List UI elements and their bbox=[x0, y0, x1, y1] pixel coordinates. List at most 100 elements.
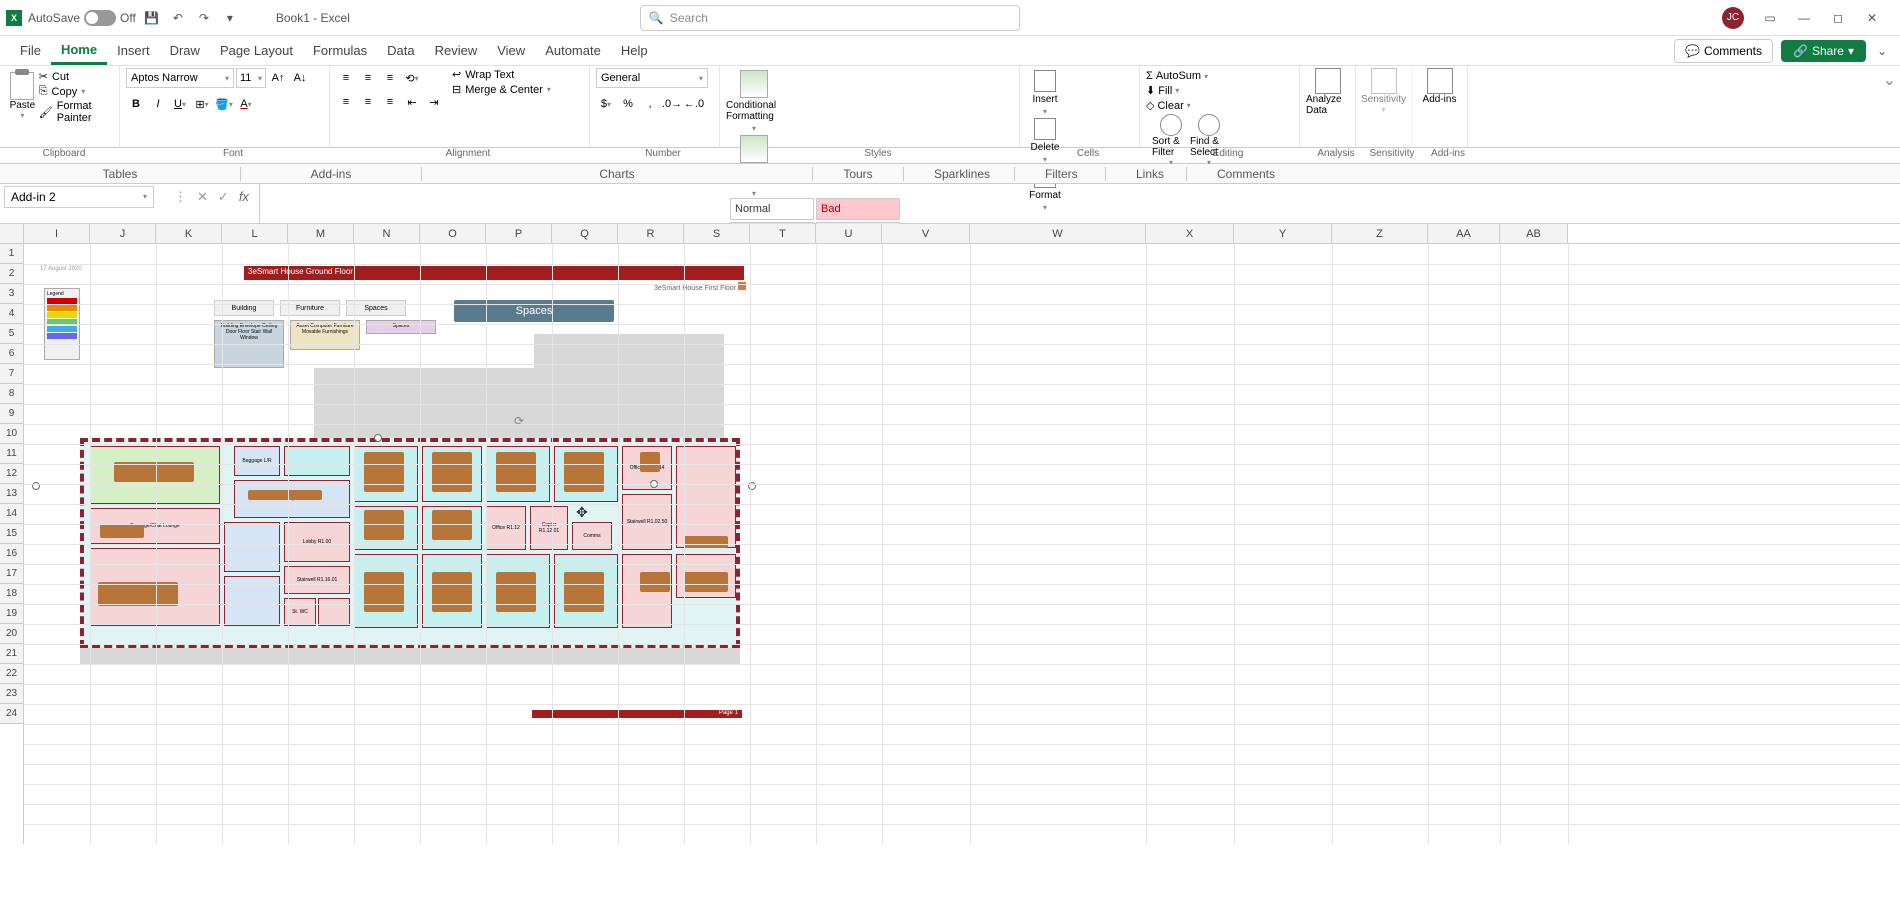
col-header-Z[interactable]: Z bbox=[1332, 224, 1428, 243]
row-header-23[interactable]: 23 bbox=[0, 684, 23, 704]
align-center-button[interactable]: ≡ bbox=[358, 92, 378, 112]
fx-icon[interactable]: fx bbox=[239, 189, 249, 205]
undo-icon[interactable]: ↶ bbox=[168, 8, 188, 28]
tab-help[interactable]: Help bbox=[611, 38, 658, 63]
context-sparklines[interactable]: Sparklines bbox=[904, 167, 1014, 181]
align-bottom-button[interactable]: ≡ bbox=[380, 68, 400, 88]
row-header-19[interactable]: 19 bbox=[0, 604, 23, 624]
context-tours[interactable]: Tours bbox=[813, 167, 903, 181]
borders-button[interactable]: ⊞▾ bbox=[192, 94, 212, 114]
row-header-10[interactable]: 10 bbox=[0, 424, 23, 444]
maximize-icon[interactable]: ◻ bbox=[1830, 10, 1846, 26]
font-color-button[interactable]: A▾ bbox=[236, 94, 256, 114]
col-header-I[interactable]: I bbox=[24, 224, 90, 243]
align-right-button[interactable]: ≡ bbox=[380, 92, 400, 112]
currency-button[interactable]: $▾ bbox=[596, 94, 616, 114]
align-top-button[interactable]: ≡ bbox=[336, 68, 356, 88]
font-size-select[interactable]: 11▾ bbox=[236, 68, 266, 88]
select-all-corner[interactable] bbox=[0, 224, 24, 243]
worksheet-grid[interactable]: 17 August 2020 3eSmart House Ground Floo… bbox=[24, 244, 1900, 844]
col-header-Q[interactable]: Q bbox=[552, 224, 618, 243]
fp-tab-building[interactable]: Building bbox=[214, 300, 274, 316]
row-header-24[interactable]: 24 bbox=[0, 704, 23, 724]
col-header-K[interactable]: K bbox=[156, 224, 222, 243]
row-header-1[interactable]: 1 bbox=[0, 244, 23, 264]
tab-page-layout[interactable]: Page Layout bbox=[210, 38, 303, 63]
wrap-text-button[interactable]: ↩Wrap Text bbox=[452, 68, 551, 81]
paste-button[interactable]: Paste ▾ bbox=[6, 68, 39, 124]
col-header-M[interactable]: M bbox=[288, 224, 354, 243]
row-header-9[interactable]: 9 bbox=[0, 404, 23, 424]
tab-formulas[interactable]: Formulas bbox=[303, 38, 377, 63]
row-header-3[interactable]: 3 bbox=[0, 284, 23, 304]
col-header-N[interactable]: N bbox=[354, 224, 420, 243]
underline-button[interactable]: U▾ bbox=[170, 94, 190, 114]
fill-button[interactable]: ⬇Fill ▾ bbox=[1146, 84, 1293, 97]
fp-tab-spaces[interactable]: Spaces bbox=[346, 300, 406, 316]
row-header-8[interactable]: 8 bbox=[0, 384, 23, 404]
col-header-O[interactable]: O bbox=[420, 224, 486, 243]
autosave-toggle[interactable]: AutoSave Off bbox=[28, 10, 136, 26]
row-header-2[interactable]: 2 bbox=[0, 264, 23, 284]
row-header-4[interactable]: 4 bbox=[0, 304, 23, 324]
col-header-W[interactable]: W bbox=[970, 224, 1146, 243]
sort-filter-button[interactable]: Sort & Filter▾ bbox=[1152, 112, 1190, 167]
col-header-AA[interactable]: AA bbox=[1428, 224, 1500, 243]
col-header-Y[interactable]: Y bbox=[1234, 224, 1332, 243]
col-header-X[interactable]: X bbox=[1146, 224, 1234, 243]
format-painter-button[interactable]: 🖌Format Painter bbox=[39, 100, 113, 124]
row-header-16[interactable]: 16 bbox=[0, 544, 23, 564]
rotate-handle-icon[interactable]: ⟳ bbox=[514, 414, 528, 428]
increase-decimal-button[interactable]: .0→ bbox=[662, 94, 682, 114]
col-header-R[interactable]: R bbox=[618, 224, 684, 243]
decrease-decimal-button[interactable]: ←.0 bbox=[684, 94, 704, 114]
col-header-AB[interactable]: AB bbox=[1500, 224, 1568, 243]
addins-button[interactable]: Add-ins bbox=[1412, 66, 1468, 147]
col-header-U[interactable]: U bbox=[816, 224, 882, 243]
row-header-12[interactable]: 12 bbox=[0, 464, 23, 484]
context-links[interactable]: Links bbox=[1106, 167, 1186, 181]
row-header-5[interactable]: 5 bbox=[0, 324, 23, 344]
row-header-21[interactable]: 21 bbox=[0, 644, 23, 664]
tab-draw[interactable]: Draw bbox=[160, 38, 210, 63]
name-box[interactable]: Add-in 2▾ bbox=[4, 186, 154, 208]
insert-cells-button[interactable]: Insert▾ bbox=[1026, 68, 1064, 116]
style-normal[interactable]: Normal bbox=[730, 198, 814, 220]
col-header-T[interactable]: T bbox=[750, 224, 816, 243]
row-header-20[interactable]: 20 bbox=[0, 624, 23, 644]
row-header-6[interactable]: 6 bbox=[0, 344, 23, 364]
italic-button[interactable]: I bbox=[148, 94, 168, 114]
cut-button[interactable]: ✂Cut bbox=[39, 70, 113, 83]
find-select-button[interactable]: Find & Select▾ bbox=[1190, 112, 1228, 167]
tab-data[interactable]: Data bbox=[377, 38, 424, 63]
context-comments[interactable]: Comments bbox=[1187, 167, 1297, 181]
collapse-ribbon-icon[interactable]: ⌄ bbox=[1874, 43, 1890, 59]
col-header-V[interactable]: V bbox=[882, 224, 970, 243]
ribbon-mode-icon[interactable]: ▭ bbox=[1762, 10, 1778, 26]
context-charts[interactable]: Charts bbox=[422, 167, 812, 181]
redo-icon[interactable]: ↷ bbox=[194, 8, 214, 28]
row-header-11[interactable]: 11 bbox=[0, 444, 23, 464]
percent-button[interactable]: % bbox=[618, 94, 638, 114]
decrease-indent-button[interactable]: ⇤ bbox=[402, 92, 422, 112]
analyze-data-button[interactable]: Analyze Data bbox=[1300, 66, 1356, 147]
context-filters[interactable]: Filters bbox=[1015, 167, 1105, 181]
comments-button[interactable]: 💬 Comments bbox=[1674, 39, 1773, 63]
qat-dropdown-icon[interactable]: ▾ bbox=[220, 8, 240, 28]
tab-automate[interactable]: Automate bbox=[535, 38, 611, 63]
cancel-formula-icon[interactable]: ✕ bbox=[197, 189, 208, 205]
copy-button[interactable]: ⎘Copy ▾ bbox=[39, 85, 113, 98]
row-header-15[interactable]: 15 bbox=[0, 524, 23, 544]
font-name-select[interactable]: Aptos Narrow▾ bbox=[126, 68, 234, 88]
style-bad[interactable]: Bad bbox=[816, 198, 900, 220]
share-button[interactable]: 🔗 Share ▾ bbox=[1781, 40, 1866, 62]
floorplan-addin-object[interactable]: 17 August 2020 3eSmart House Ground Floo… bbox=[34, 258, 754, 718]
row-header-17[interactable]: 17 bbox=[0, 564, 23, 584]
bold-button[interactable]: B bbox=[126, 94, 146, 114]
fp-tab-furniture[interactable]: Furniture bbox=[280, 300, 340, 316]
user-avatar[interactable]: JC bbox=[1722, 7, 1744, 29]
row-header-13[interactable]: 13 bbox=[0, 484, 23, 504]
expand-namebox-icon[interactable]: ⋮ bbox=[174, 189, 187, 205]
conditional-formatting-button[interactable]: Conditional Formatting▾ bbox=[726, 68, 782, 133]
context-tables[interactable]: Tables bbox=[0, 167, 240, 181]
